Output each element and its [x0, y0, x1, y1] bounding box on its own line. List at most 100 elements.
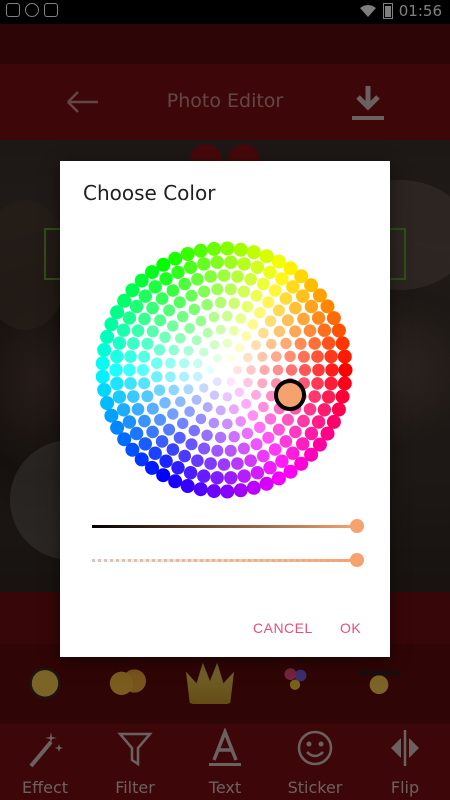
color-dot[interactable]: [257, 277, 270, 291]
color-dot[interactable]: [237, 442, 250, 455]
color-dot[interactable]: [165, 371, 176, 383]
color-dot[interactable]: [177, 417, 189, 430]
color-dot[interactable]: [213, 377, 222, 386]
color-dot[interactable]: [217, 458, 231, 471]
color-dot[interactable]: [184, 406, 195, 417]
color-dot[interactable]: [168, 251, 183, 266]
color-dot[interactable]: [281, 413, 294, 426]
color-dot[interactable]: [180, 247, 195, 261]
color-dot[interactable]: [193, 358, 203, 369]
color-dot[interactable]: [171, 265, 185, 279]
color-dot[interactable]: [116, 323, 131, 337]
color-dot[interactable]: [195, 315, 207, 327]
color-dot[interactable]: [175, 333, 186, 344]
color-dot[interactable]: [254, 307, 266, 319]
color-dot[interactable]: [275, 272, 289, 286]
color-dot[interactable]: [296, 289, 310, 303]
color-dot[interactable]: [104, 408, 119, 423]
color-dot[interactable]: [263, 265, 277, 279]
color-dot[interactable]: [250, 260, 265, 274]
color-dot[interactable]: [337, 349, 352, 364]
color-dot[interactable]: [258, 327, 269, 339]
color-dot[interactable]: [201, 299, 213, 311]
color-dot[interactable]: [198, 442, 211, 455]
color-dot[interactable]: [129, 299, 144, 314]
color-dot[interactable]: [179, 371, 190, 382]
color-dot[interactable]: [148, 446, 162, 460]
color-dot[interactable]: [289, 425, 302, 439]
color-dot[interactable]: [251, 389, 261, 400]
color-dot[interactable]: [146, 402, 159, 415]
color-dot[interactable]: [289, 301, 302, 315]
color-dot[interactable]: [234, 343, 244, 353]
color-dot[interactable]: [197, 469, 211, 483]
color-dot[interactable]: [124, 350, 137, 363]
color-dot[interactable]: [168, 344, 180, 356]
color-dot[interactable]: [228, 404, 239, 415]
color-dot[interactable]: [264, 413, 277, 425]
color-dot[interactable]: [168, 384, 180, 396]
color-dot[interactable]: [193, 482, 208, 497]
color-dot[interactable]: [179, 358, 190, 369]
color-dot[interactable]: [148, 280, 162, 294]
color-dot[interactable]: [281, 314, 294, 327]
color-dot[interactable]: [257, 378, 268, 389]
color-dot[interactable]: [308, 337, 321, 350]
color-dot[interactable]: [271, 351, 282, 362]
color-dot[interactable]: [156, 468, 171, 483]
color-dot[interactable]: [159, 331, 171, 343]
color-dot[interactable]: [234, 387, 244, 397]
color-dot[interactable]: [211, 283, 224, 296]
color-dot[interactable]: [266, 338, 277, 350]
color-dot[interactable]: [271, 254, 286, 269]
color-dot[interactable]: [163, 423, 176, 436]
color-dot[interactable]: [311, 415, 326, 429]
color-dot[interactable]: [296, 437, 310, 451]
color-dot[interactable]: [188, 303, 200, 316]
color-dot[interactable]: [335, 389, 350, 404]
color-dot[interactable]: [146, 301, 159, 315]
color-dot[interactable]: [303, 324, 317, 337]
color-dot[interactable]: [191, 335, 202, 346]
color-dot[interactable]: [228, 431, 240, 443]
color-dot[interactable]: [237, 257, 251, 271]
color-dot[interactable]: [250, 289, 263, 302]
color-dot[interactable]: [207, 241, 221, 256]
color-dot[interactable]: [129, 426, 144, 441]
color-dot[interactable]: [185, 438, 198, 451]
color-dot[interactable]: [311, 350, 324, 363]
color-dot[interactable]: [264, 315, 277, 327]
color-dot[interactable]: [138, 289, 152, 303]
color-dot[interactable]: [210, 471, 224, 485]
color-dot[interactable]: [247, 410, 259, 421]
color-dot[interactable]: [168, 474, 183, 489]
color-dot[interactable]: [159, 272, 173, 286]
color-dot[interactable]: [311, 311, 326, 325]
color-dot[interactable]: [146, 425, 159, 439]
color-dot[interactable]: [151, 371, 163, 383]
color-dot[interactable]: [173, 296, 186, 309]
color-dot[interactable]: [321, 390, 336, 404]
color-dot[interactable]: [250, 438, 263, 451]
color-dot[interactable]: [294, 337, 307, 350]
color-dot[interactable]: [199, 383, 209, 393]
color-dot[interactable]: [241, 331, 252, 342]
color-dot[interactable]: [199, 347, 209, 357]
color-dot[interactable]: [258, 401, 269, 413]
color-dot[interactable]: [191, 454, 204, 467]
color-dot[interactable]: [285, 364, 298, 376]
color-dot[interactable]: [241, 301, 254, 313]
color-dot[interactable]: [304, 299, 319, 314]
color-dot[interactable]: [214, 431, 227, 444]
color-dot[interactable]: [191, 394, 202, 405]
color-dot[interactable]: [183, 384, 194, 395]
color-dot[interactable]: [233, 242, 248, 257]
color-dot[interactable]: [211, 444, 224, 457]
color-dot[interactable]: [198, 285, 211, 298]
color-dot[interactable]: [185, 289, 198, 302]
color-dot[interactable]: [208, 417, 220, 429]
color-dot[interactable]: [331, 402, 346, 417]
color-dot[interactable]: [209, 340, 220, 350]
color-dot[interactable]: [244, 454, 257, 467]
color-dot[interactable]: [138, 350, 151, 363]
